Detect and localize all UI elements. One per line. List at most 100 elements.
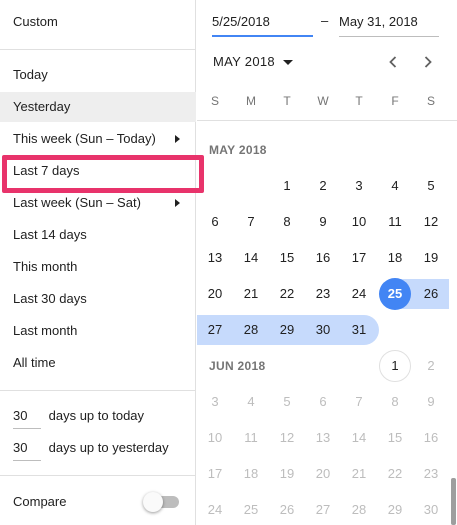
calendar-day[interactable]: 10 bbox=[341, 207, 377, 237]
weekday-label: S bbox=[210, 94, 219, 108]
calendar-day[interactable]: 20 bbox=[305, 459, 341, 489]
compare-toggle[interactable] bbox=[143, 492, 179, 512]
calendar-day[interactable]: 6 bbox=[197, 207, 233, 237]
preset-option-label: This week (Sun – Today) bbox=[13, 131, 156, 146]
preset-option-label: Last week (Sun – Sat) bbox=[13, 195, 141, 210]
calendar-day[interactable]: 5 bbox=[413, 171, 449, 201]
preset-option[interactable]: Yesterday bbox=[0, 92, 196, 122]
calendar-day[interactable]: 24 bbox=[341, 279, 377, 309]
calendar-day[interactable]: 15 bbox=[269, 243, 305, 273]
calendar-day[interactable]: 27 bbox=[197, 315, 233, 345]
weekday-label: S bbox=[426, 94, 435, 108]
preset-option[interactable]: Last 7 days bbox=[0, 156, 196, 186]
preset-option[interactable]: Last week (Sun – Sat) bbox=[0, 188, 196, 218]
calendar-day[interactable]: 11 bbox=[233, 423, 269, 453]
month-selector[interactable]: MAY 2018 bbox=[213, 54, 293, 69]
divider bbox=[0, 390, 196, 391]
calendar-day[interactable]: 20 bbox=[197, 279, 233, 309]
calendar-day[interactable]: 21 bbox=[233, 279, 269, 309]
calendar-day[interactable]: 9 bbox=[413, 387, 449, 417]
calendar-day[interactable]: 22 bbox=[269, 279, 305, 309]
calendar-day[interactable]: 25 bbox=[233, 495, 269, 525]
calendar-day[interactable]: 21 bbox=[341, 459, 377, 489]
calendar-day[interactable]: 12 bbox=[413, 207, 449, 237]
custom-label[interactable]: Custom bbox=[13, 14, 58, 29]
calendar-day[interactable]: 11 bbox=[377, 207, 413, 237]
calendar-day[interactable]: 4 bbox=[377, 171, 413, 201]
calendar-day[interactable]: 16 bbox=[413, 423, 449, 453]
calendar-day[interactable]: 19 bbox=[413, 243, 449, 273]
calendar-day[interactable]: 2 bbox=[305, 171, 341, 201]
calendar-day[interactable]: 5 bbox=[269, 387, 305, 417]
calendar-day[interactable]: 14 bbox=[341, 423, 377, 453]
calendar-day[interactable]: 28 bbox=[233, 315, 269, 345]
calendar-day[interactable]: 26 bbox=[269, 495, 305, 525]
month-label: MAY 2018 bbox=[209, 143, 267, 157]
calendar-day[interactable]: 29 bbox=[269, 315, 305, 345]
preset-option-label: Yesterday bbox=[13, 99, 71, 114]
calendar-day[interactable]: 12 bbox=[269, 423, 305, 453]
preset-option-label: Last 14 days bbox=[13, 227, 87, 242]
calendar-day[interactable]: 6 bbox=[305, 387, 341, 417]
calendar-day[interactable]: 7 bbox=[341, 387, 377, 417]
days-up-to-today-row: 30 days up to today bbox=[13, 404, 144, 429]
calendar-day[interactable]: 3 bbox=[197, 387, 233, 417]
weekday-label: M bbox=[246, 94, 256, 108]
calendar-day[interactable]: 30 bbox=[413, 495, 449, 525]
preset-option[interactable]: Last 30 days bbox=[0, 284, 196, 314]
calendar-day[interactable]: 24 bbox=[197, 495, 233, 525]
divider bbox=[0, 475, 196, 476]
calendar-day[interactable]: 7 bbox=[233, 207, 269, 237]
month-selector-label: MAY 2018 bbox=[213, 54, 275, 69]
days-up-to-today-input[interactable]: 30 bbox=[13, 404, 41, 429]
calendar-day[interactable]: 23 bbox=[413, 459, 449, 489]
calendar-day[interactable]: 30 bbox=[305, 315, 341, 345]
calendar-day[interactable]: 13 bbox=[197, 243, 233, 273]
caret-down-icon bbox=[282, 60, 293, 66]
calendar-day[interactable]: 17 bbox=[341, 243, 377, 273]
calendar-day[interactable]: 10 bbox=[197, 423, 233, 453]
preset-option[interactable]: This month bbox=[0, 252, 196, 282]
calendar-day[interactable]: 1 bbox=[269, 171, 305, 201]
preset-option-label: Last 7 days bbox=[13, 163, 80, 178]
preset-option[interactable]: Last month bbox=[0, 316, 196, 346]
calendar-day[interactable]: 9 bbox=[305, 207, 341, 237]
calendar-day[interactable]: 26 bbox=[413, 279, 449, 309]
weekday-label: T bbox=[355, 94, 363, 108]
toggle-knob bbox=[143, 492, 163, 512]
calendar-day[interactable]: 8 bbox=[377, 387, 413, 417]
calendar-day[interactable]: 18 bbox=[377, 243, 413, 273]
calendar-day[interactable]: 3 bbox=[341, 171, 377, 201]
calendar-day[interactable]: 22 bbox=[377, 459, 413, 489]
calendar-day[interactable]: 16 bbox=[305, 243, 341, 273]
preset-option[interactable]: This week (Sun – Today) bbox=[0, 124, 196, 154]
calendar-day[interactable]: 17 bbox=[197, 459, 233, 489]
preset-option[interactable]: All time bbox=[0, 348, 196, 378]
scrollbar[interactable] bbox=[451, 478, 456, 525]
calendar-day[interactable]: 14 bbox=[233, 243, 269, 273]
chevron-right-icon[interactable] bbox=[418, 52, 438, 72]
preset-panel: Custom Today Yesterday This week (Sun – To… bbox=[0, 0, 204, 525]
calendar-day[interactable]: 2 bbox=[413, 351, 449, 381]
end-date-input[interactable]: May 31, 2018 bbox=[339, 13, 439, 37]
calendar-day[interactable]: 27 bbox=[305, 495, 341, 525]
calendar-day[interactable]: 25 bbox=[377, 279, 413, 309]
days-up-to-yesterday-input[interactable]: 30 bbox=[13, 436, 41, 461]
divider bbox=[197, 120, 457, 121]
calendar-day[interactable]: 23 bbox=[305, 279, 341, 309]
calendar-day[interactable]: 29 bbox=[377, 495, 413, 525]
calendar-day[interactable]: 1 bbox=[377, 351, 413, 381]
calendar-day[interactable]: 31 bbox=[341, 315, 377, 345]
calendar-day[interactable]: 15 bbox=[377, 423, 413, 453]
start-date-input[interactable]: 5/25/2018 bbox=[212, 13, 313, 37]
chevron-left-icon[interactable] bbox=[383, 52, 403, 72]
calendar-day[interactable]: 13 bbox=[305, 423, 341, 453]
preset-option[interactable]: Today bbox=[0, 60, 196, 90]
preset-option[interactable]: Last 14 days bbox=[0, 220, 196, 250]
calendar-day[interactable]: 19 bbox=[269, 459, 305, 489]
calendar-day[interactable]: 8 bbox=[269, 207, 305, 237]
calendar-day[interactable]: 28 bbox=[341, 495, 377, 525]
calendar-day[interactable]: 18 bbox=[233, 459, 269, 489]
month-label: JUN 2018 bbox=[209, 359, 266, 373]
calendar-day[interactable]: 4 bbox=[233, 387, 269, 417]
